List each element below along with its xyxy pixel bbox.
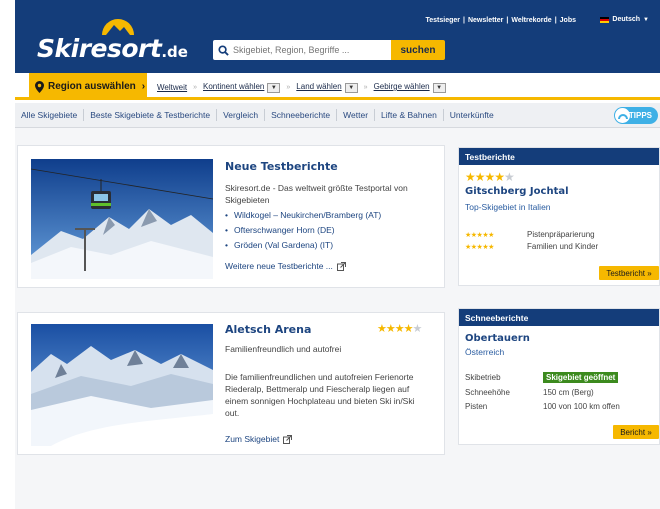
snow-report-resort[interactable]: Obertauern [465,333,530,344]
top-links: Testsieger | Newsletter | Weltrekorde | Job… [425,17,577,24]
search-input[interactable] [233,45,383,55]
german-flag-icon [600,16,610,23]
reviews-widget: Testberichte ★★★★★ Gitschberg Jochtal To… [458,147,660,286]
dropdown-icon[interactable]: ▼ [432,83,446,93]
arrow-icon: » [363,84,368,91]
arrow-icon: » [286,84,291,91]
snow-report-widget: Schneeberichte Obertauern Österreich Ski… [458,308,660,445]
list-item[interactable]: Wildkogel – Neukirchen/Bramberg (AT) [225,208,381,223]
rating-stars-icon: ★★★★★ [465,231,494,239]
site-logo[interactable]: Skiresort.de [37,34,188,63]
nav-snow-reports[interactable]: Schneeberichte [265,109,338,121]
language-selector[interactable]: Deutsch ▼ [600,16,649,23]
search-box [213,40,391,60]
caret-down-icon: ▼ [643,16,649,23]
new-reviews-list: Wildkogel – Neukirchen/Bramberg (AT) Oft… [225,208,381,253]
map-pin-icon [35,80,44,93]
arrow-icon: » [193,84,197,91]
reviews-widget-subtitle: Top-Skigebiet in Italien [465,202,551,212]
gondola-image[interactable] [31,159,213,279]
tipps-label: TIPPS [628,111,652,120]
snow-report-button[interactable]: Bericht » [613,425,659,439]
nav-lifts[interactable]: Lifte & Bahnen [375,109,444,121]
nav-weather[interactable]: Wetter [337,109,376,121]
external-link-icon [283,434,293,444]
nav-compare[interactable]: Vergleich [217,109,266,121]
report-row: Pisten 100 von 100 km offen [465,402,620,411]
region-breadcrumb: Weltweit » Kontinent wählen ▼ » Land wähl… [157,82,446,93]
crumb-country[interactable]: Land wählen ▼ [296,82,358,93]
new-reviews-card: Neue Testberichte Skiresort.de - Das wel… [17,145,445,288]
region-bar: Region auswählen › Weltweit » Kontinent … [15,73,660,100]
tipps-button[interactable]: TIPPS [614,107,658,124]
rating-stars-icon: ★★★★★ [377,323,422,335]
reviews-widget-header: Testberichte [459,148,659,165]
search-button[interactable]: suchen [391,40,445,60]
report-row: Schneehöhe 150 cm (Berg) [465,388,594,397]
top-link-jobs[interactable]: Jobs [560,17,576,24]
search-icon [213,40,233,60]
more-reviews-link[interactable]: Weitere neue Testberichte ... [225,261,346,271]
region-select-button[interactable]: Region auswählen › [29,73,147,100]
featured-resort-card: Aletsch Arena ★★★★★ Familienfreundlich u… [17,312,445,455]
site-header: Skiresort.de Testsieger | Newsletter | Wel… [15,0,660,73]
sun-logo-icon [102,19,134,35]
list-item[interactable]: Ofterschwanger Horn (DE) [225,223,381,238]
top-link-weltrekorde[interactable]: Weltrekorde [511,17,551,24]
crumb-continent[interactable]: Kontinent wählen ▼ [203,82,281,93]
dropdown-icon[interactable]: ▼ [267,83,281,93]
resort-link[interactable]: Zum Skigebiet [225,434,293,444]
logo-main: Skiresort [37,34,162,63]
snow-report-country: Österreich [465,347,505,357]
crumb-mountains[interactable]: Gebirge wählen ▼ [374,82,446,93]
top-link-testsieger[interactable]: Testsieger [426,17,461,24]
rating-stars-icon: ★★★★★ [465,243,494,251]
nav-best-resorts[interactable]: Beste Skigebiete & Testberichte [84,109,218,121]
reviews-widget-resort[interactable]: Gitschberg Jochtal [465,186,569,197]
nav-all-resorts[interactable]: Alle Skigebiete [15,109,85,121]
rating-row: ★★★★★ Familien und Kinder [465,242,599,251]
rating-row: ★★★★★ Pistenpräparierung [465,230,595,239]
list-item[interactable]: Gröden (Val Gardena) (IT) [225,238,381,253]
chevron-right-icon: › [141,81,146,92]
crumb-weltweit[interactable]: Weltweit [157,83,187,92]
top-link-newsletter[interactable]: Newsletter [468,17,503,24]
main-nav: Alle Skigebiete Beste Skigebiete & Testb… [15,103,660,128]
external-link-icon [336,261,346,271]
report-row: Skibetrieb Skigebiet geöffnet [465,372,619,383]
featured-resort-title[interactable]: Aletsch Arena [225,323,311,336]
snow-report-header: Schneeberichte [459,309,659,326]
dropdown-icon[interactable]: ▼ [344,83,358,93]
new-reviews-title[interactable]: Neue Testberichte [225,160,338,173]
logo-tld: .de [161,43,188,61]
featured-resort-description: Die familienfreundlichen und autofreien … [225,372,415,418]
review-button[interactable]: Testbericht » [599,266,659,280]
featured-resort-subtitle: Familienfreundlich und autofrei [225,344,342,354]
resort-link-label: Zum Skigebiet [225,434,280,444]
aletsch-image[interactable] [31,324,213,446]
new-reviews-description: Skiresort.de - Das weltweit größte Testp… [225,183,408,205]
status-badge: Skigebiet geöffnet [543,372,619,383]
language-label: Deutsch [612,16,641,23]
more-reviews-label: Weitere neue Testberichte ... [225,261,333,271]
tipps-icon [615,108,630,123]
nav-accommodation[interactable]: Unterkünfte [444,109,500,121]
rating-stars-icon: ★★★★★ [465,170,515,184]
region-select-label: Region auswählen [48,81,136,92]
